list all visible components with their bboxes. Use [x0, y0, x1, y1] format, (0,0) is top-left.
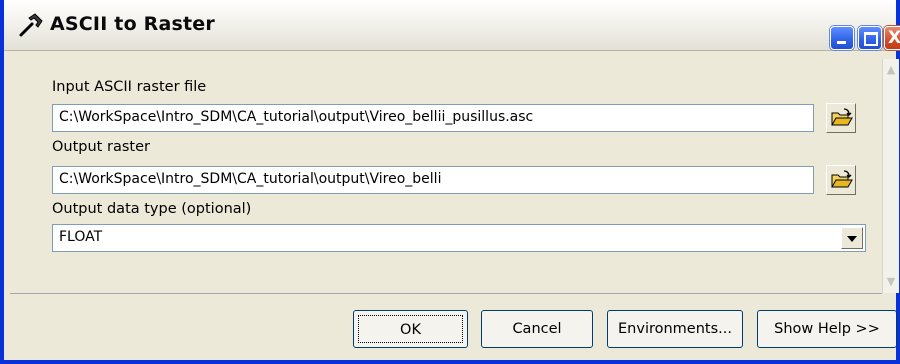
maximize-button[interactable] [858, 26, 882, 50]
output-raster-field[interactable]: C:\WorkSpace\Intro_SDM\CA_tutorial\outpu… [52, 166, 814, 194]
output-raster-label: Output raster [52, 139, 150, 155]
minimize-button[interactable] [830, 26, 854, 50]
ascii-to-raster-dialog: ASCII to Raster X ▲ ▼ Input ASCII raster… [0, 0, 900, 364]
window-title: ASCII to Raster [50, 13, 215, 35]
ok-button[interactable]: OK [353, 310, 468, 348]
hammer-icon [19, 13, 43, 37]
open-folder-icon [831, 170, 853, 188]
scroll-down-icon[interactable]: ▼ [885, 275, 897, 289]
show-help-button[interactable]: Show Help >> [757, 310, 897, 348]
browse-output-button[interactable] [826, 165, 856, 195]
environments-button[interactable]: Environments... [607, 310, 743, 348]
input-file-label: Input ASCII raster file [52, 79, 207, 95]
close-button[interactable]: X [884, 26, 900, 50]
open-folder-icon [831, 108, 853, 126]
output-data-type-select[interactable]: FLOAT [52, 224, 866, 252]
browse-input-button[interactable] [826, 103, 856, 133]
ok-button-label: OK [358, 315, 463, 343]
chevron-down-icon[interactable] [841, 227, 863, 249]
title-bar[interactable]: ASCII to Raster X [4, 0, 900, 51]
scroll-up-icon[interactable]: ▲ [885, 63, 897, 77]
input-file-field[interactable]: C:\WorkSpace\Intro_SDM\CA_tutorial\outpu… [52, 104, 814, 132]
close-icon: X [888, 28, 900, 48]
vertical-scrollbar[interactable]: ▲ ▼ [882, 59, 899, 293]
output-data-type-value: FLOAT [59, 229, 103, 245]
cancel-button[interactable]: Cancel [481, 310, 593, 348]
output-data-type-label: Output data type (optional) [52, 201, 252, 217]
